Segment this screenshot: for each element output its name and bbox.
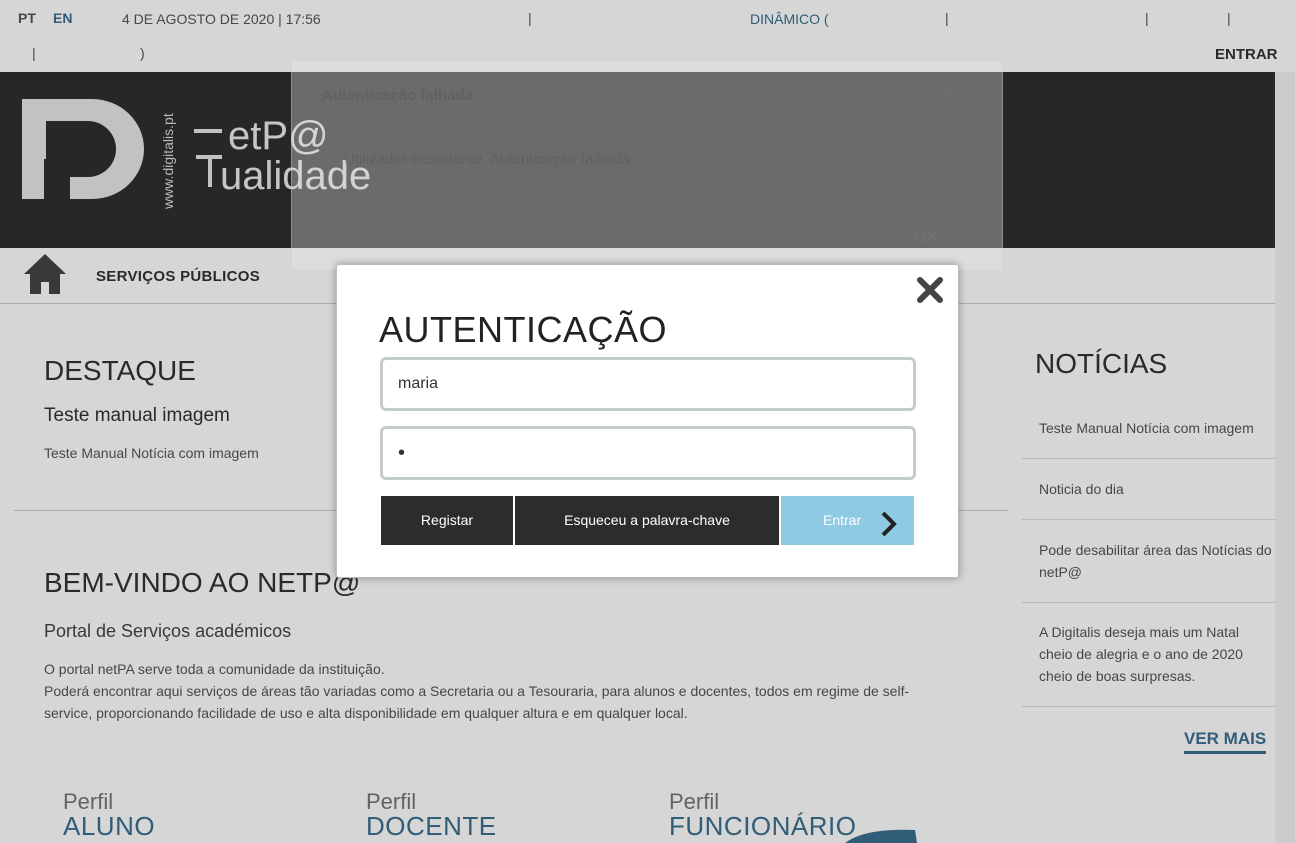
auth-title: AUTENTICAÇÃO: [379, 309, 668, 350]
error-dialog-message: Utilizador inexistente. Autenticação fal…: [344, 151, 631, 168]
error-dialog-title: Autenticação falhada: [322, 87, 473, 104]
submit-button[interactable]: Entrar: [781, 496, 914, 545]
chevron-right-icon: [879, 508, 899, 537]
close-icon[interactable]: [915, 275, 945, 305]
password-input[interactable]: •: [380, 426, 916, 480]
register-button[interactable]: Registar: [381, 496, 513, 545]
username-input[interactable]: maria: [380, 357, 916, 411]
error-dialog-ok-button[interactable]: OK: [914, 227, 940, 247]
error-dialog-close-icon[interactable]: ×: [941, 83, 953, 106]
error-dialog: Autenticação falhada × Utilizador inexis…: [291, 60, 1003, 271]
auth-dialog: AUTENTICAÇÃO maria • Registar Esqueceu a…: [336, 264, 959, 578]
forgot-password-button[interactable]: Esqueceu a palavra-chave: [515, 496, 779, 545]
submit-label: Entrar: [823, 512, 862, 528]
